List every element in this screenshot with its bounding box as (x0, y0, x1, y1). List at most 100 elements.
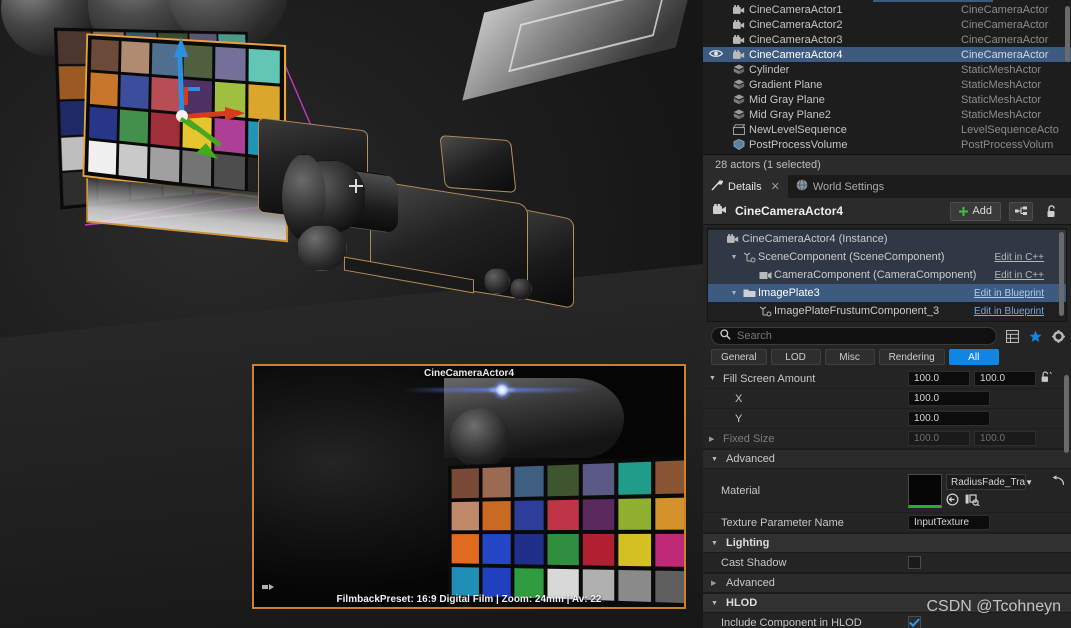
filter-tab-all[interactable]: All (948, 349, 999, 365)
checkbox[interactable] (908, 556, 921, 569)
value-field[interactable]: 100.0 (908, 411, 990, 426)
chevron-down-icon[interactable]: ▼ (728, 254, 740, 261)
outliner-row[interactable]: CineCameraActor3 CineCameraActor (703, 32, 1071, 47)
chevron-right-icon[interactable]: ▶ (709, 435, 718, 443)
browse-icon[interactable] (946, 493, 960, 511)
gizmo-center-handle[interactable] (176, 110, 188, 122)
component-tree[interactable]: CineCameraActor4 (Instance) ▼ SceneCompone… (707, 228, 1067, 322)
unlock-icon[interactable] (1041, 202, 1063, 221)
camera-preview-render (254, 366, 684, 607)
outliner-row[interactable]: CineCameraActor1 CineCameraActor (703, 2, 1071, 17)
checker-patch (451, 566, 480, 597)
cine-camera-model[interactable] (252, 117, 632, 380)
star-icon[interactable] (1027, 330, 1043, 343)
filter-tab-general[interactable]: General (711, 349, 767, 365)
component-tree-row[interactable]: CameraComponent (CameraComponent) Edit in… (708, 266, 1066, 284)
property-section-advanced[interactable]: ▶ Advanced (703, 573, 1071, 593)
chevron-down-icon[interactable]: ▼ (711, 456, 720, 463)
outliner-row[interactable]: NewLevelSequence LevelSequenceActo (703, 122, 1071, 137)
details-scrollbar[interactable] (1064, 375, 1069, 453)
filter-tab-lod[interactable]: LOD (770, 349, 821, 365)
outliner-row[interactable]: Mid Gray Plane2 StaticMeshActor (703, 107, 1071, 122)
camera-preview-panel[interactable]: CineCameraActor4 FilmbackPreset: 16:9 Di… (252, 364, 686, 609)
filter-tab-rendering[interactable]: Rendering (878, 349, 945, 365)
add-component-button[interactable]: Add (950, 201, 1001, 221)
filter-tab-misc[interactable]: Misc (824, 349, 875, 365)
outliner-row[interactable]: Gradient Plane StaticMeshActor (703, 77, 1071, 92)
panel-tab-strip[interactable]: Details ✕ World Settings (703, 175, 1071, 198)
edit-link[interactable]: Edit in Blueprint (974, 288, 1044, 299)
chevron-down-icon[interactable]: ▼ (1025, 478, 1033, 487)
tab-label: Details (728, 180, 762, 193)
component-tree-row[interactable]: ▼ SceneComponent (SceneComponent) Edit in … (708, 248, 1066, 266)
component-tree-rows[interactable]: CineCameraActor4 (Instance) ▼ SceneCompone… (708, 230, 1066, 320)
blueprint-icon[interactable] (1009, 201, 1033, 221)
outliner-row[interactable]: CineCameraActor4 CineCameraActor (703, 47, 1071, 62)
outliner-row-list[interactable]: CineCameraActor1 CineCameraActor CineCamer… (703, 2, 1071, 152)
text-field[interactable]: InputTexture (908, 515, 990, 530)
reset-arrow-icon[interactable] (1052, 474, 1065, 491)
chevron-down-icon[interactable]: ▼ (711, 600, 720, 607)
value-field[interactable]: 100.0 (908, 431, 970, 446)
property-row-texture-parameter-name[interactable]: Texture Parameter Name InputTexture (703, 513, 1071, 533)
edit-link[interactable]: Edit in Blueprint (974, 306, 1044, 317)
property-section-hlod[interactable]: ▼ HLOD (703, 593, 1071, 613)
material-thumbnail[interactable] (908, 474, 942, 508)
outliner-row[interactable]: PostProcessVolume PostProcessVolum (703, 137, 1071, 152)
checker-patch (214, 153, 246, 191)
component-tree-row[interactable]: ImagePlateFrustumComponent_3 Edit in Blue… (708, 302, 1066, 320)
ratio-lock-icon[interactable] (1040, 370, 1053, 388)
chevron-down-icon[interactable]: ▼ (709, 375, 718, 382)
transform-gizmo[interactable] (176, 54, 241, 148)
component-tree-row[interactable]: CineCameraActor4 (Instance) (708, 230, 1066, 248)
chevron-down-icon[interactable]: ▼ (728, 290, 740, 297)
use-selected-icon[interactable] (965, 493, 980, 511)
grid-icon[interactable] (1004, 329, 1020, 343)
details-actor-header: CineCameraActor4 Add (703, 198, 1071, 225)
outliner-row[interactable]: Cylinder StaticMeshActor (703, 62, 1071, 77)
property-row-fixed-size[interactable]: ▶ Fixed Size 100.0 100.0 (703, 429, 1071, 449)
search-input[interactable]: Search (711, 327, 997, 345)
property-row-cast-shadow[interactable]: Cast Shadow (703, 553, 1071, 573)
component-tree-row[interactable]: ▼ ImagePlate3 Edit in Blueprint (708, 284, 1066, 302)
tab-world-settings[interactable]: World Settings (788, 175, 892, 198)
property-section-lighting[interactable]: ▼ Lighting (703, 533, 1071, 553)
property-row-fill-screen-amount[interactable]: ▼ Fill Screen Amount 100.0 100.0 (703, 369, 1071, 389)
close-icon[interactable]: ✕ (771, 180, 780, 193)
tab-details[interactable]: Details ✕ (703, 175, 788, 198)
property-rows[interactable]: ▼ Fill Screen Amount 100.0 100.0 X 100.0 Y 100.… (703, 369, 1071, 628)
visibility-eye-icon[interactable] (703, 49, 729, 61)
search-placeholder: Search (737, 330, 772, 342)
property-row-x[interactable]: X 100.0 (703, 389, 1071, 409)
value-field[interactable]: 100.0 (908, 391, 990, 406)
details-filter-tabs[interactable]: General LOD Misc Rendering All (703, 348, 1071, 369)
level-viewport[interactable]: CineCameraActor4 FilmbackPreset: 16:9 Di… (0, 0, 703, 628)
property-section-advanced[interactable]: ▼ Advanced (703, 449, 1071, 469)
details-search-row[interactable]: Search (703, 322, 1071, 348)
component-tree-scrollbar[interactable] (1059, 232, 1064, 316)
material-asset-dropdown[interactable]: RadiusFade_Tra ▼ (946, 474, 1033, 490)
value-field[interactable]: 100.0 (974, 371, 1036, 386)
value-field[interactable]: 100.0 (974, 431, 1036, 446)
chevron-right-icon[interactable]: ▶ (711, 579, 720, 587)
outliner-row-type: CineCameraActor (961, 48, 1049, 61)
outliner-scrollbar[interactable] (1065, 6, 1070, 62)
property-row-material[interactable]: Material RadiusFade_Tra ▼ (703, 469, 1071, 513)
world-outliner[interactable]: CineCameraActor1 CineCameraActor CineCamer… (703, 0, 1071, 154)
checkbox[interactable] (908, 616, 921, 628)
outliner-row-name: CineCameraActor4 (749, 48, 843, 61)
value-field[interactable]: 100.0 (908, 371, 970, 386)
right-panel: CineCameraActor1 CineCameraActor CineCamer… (703, 0, 1071, 628)
outliner-row[interactable]: CineCameraActor2 CineCameraActor (703, 17, 1071, 32)
details-property-list[interactable]: ▼ Fill Screen Amount 100.0 100.0 X 100.0 Y 100.… (703, 369, 1071, 628)
property-row-y[interactable]: Y 100.0 (703, 409, 1071, 429)
camera-microphone (297, 225, 347, 271)
edit-link[interactable]: Edit in C++ (995, 270, 1044, 281)
outliner-row[interactable]: Mid Gray Plane StaticMeshActor (703, 92, 1071, 107)
gear-icon[interactable] (1050, 329, 1066, 343)
edit-link[interactable]: Edit in C++ (995, 252, 1044, 263)
checker-patch (90, 39, 119, 72)
property-row-include-component-in-hlod[interactable]: Include Component in HLOD (703, 613, 1071, 628)
camera-knob (484, 268, 510, 294)
chevron-down-icon[interactable]: ▼ (711, 540, 720, 547)
